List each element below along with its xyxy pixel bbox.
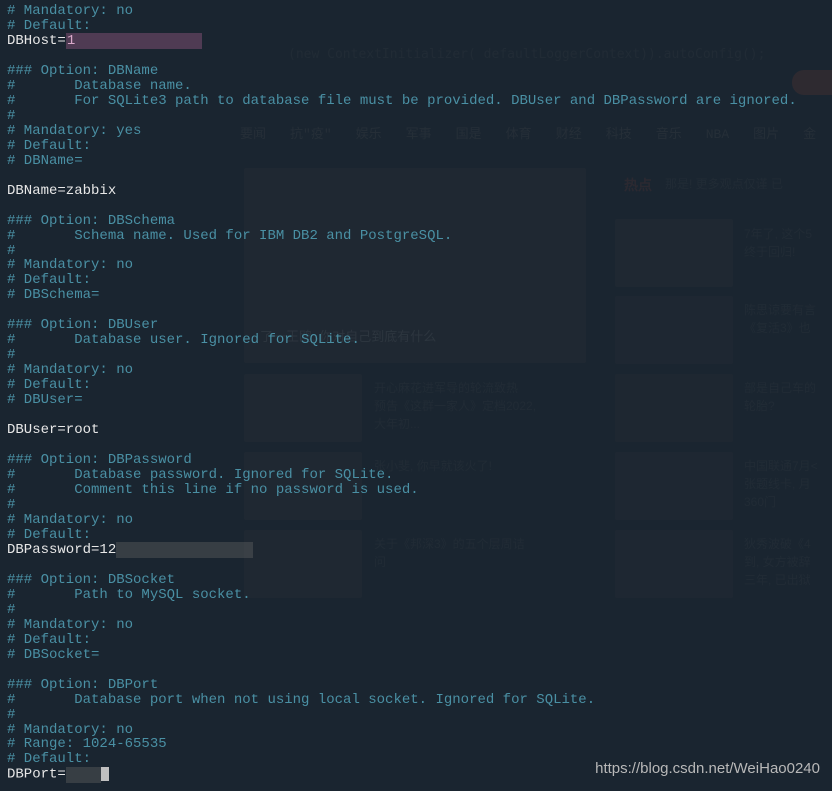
comment-line: # Mandatory: no [7,257,133,273]
comment-line: # Default: [7,377,91,393]
comment-line: # Database password. Ignored for SQLite. [7,467,393,483]
comment-line: # [7,108,15,124]
comment-line: # Path to MySQL socket. [7,587,251,603]
comment-line: # [7,707,15,723]
comment-line: # DBSchema= [7,287,99,303]
config-key-dbpassword: DBPassword=12 [7,542,116,558]
comment-line: # Default: [7,632,91,648]
redacted-value [116,542,252,558]
comment-line: ### Option: DBPort [7,677,158,693]
comment-line: # DBName= [7,153,83,169]
comment-line: # DBUser= [7,392,83,408]
comment-line: # [7,497,15,513]
cursor-icon [101,767,109,781]
config-key-dbport: DBPort= [7,767,66,783]
comment-line: # Mandatory: no [7,3,133,19]
redacted-value: 1 [66,33,202,49]
watermark-text: https://blog.csdn.net/WeiHao0240 [595,761,820,777]
comment-line: # Mandatory: no [7,362,133,378]
config-file-content[interactable]: # Mandatory: no # Default: DBHost=1 ### … [0,0,832,787]
comment-line: # Default: [7,751,91,767]
comment-line: # Default: [7,18,91,34]
comment-line: # For SQLite3 path to database file must… [7,93,797,109]
redacted-value [66,767,102,783]
comment-line: ### Option: DBSchema [7,213,175,229]
comment-line: # [7,347,15,363]
config-key-dbuser: DBUser=root [7,422,99,438]
comment-line: # Mandatory: no [7,722,133,738]
comment-line: # Default: [7,272,91,288]
config-key-dbname: DBName=zabbix [7,183,116,199]
config-key-dbhost: DBHost= [7,33,66,49]
comment-line: # Database user. Ignored for SQLite. [7,332,360,348]
comment-line: # Default: [7,527,91,543]
comment-line: # Mandatory: no [7,617,133,633]
comment-line: # DBSocket= [7,647,99,663]
comment-line: # Range: 1024-65535 [7,736,167,752]
comment-line: # Database port when not using local soc… [7,692,595,708]
comment-line: ### Option: DBSocket [7,572,175,588]
comment-line: ### Option: DBName [7,63,158,79]
comment-line: # Comment this line if no password is us… [7,482,419,498]
comment-line: ### Option: DBUser [7,317,158,333]
comment-line: # Mandatory: yes [7,123,141,139]
comment-line: # Database name. [7,78,192,94]
comment-line: # [7,243,15,259]
comment-line: # Schema name. Used for IBM DB2 and Post… [7,228,452,244]
comment-line: # Default: [7,138,91,154]
comment-line: # [7,602,15,618]
comment-line: # Mandatory: no [7,512,133,528]
comment-line: ### Option: DBPassword [7,452,192,468]
